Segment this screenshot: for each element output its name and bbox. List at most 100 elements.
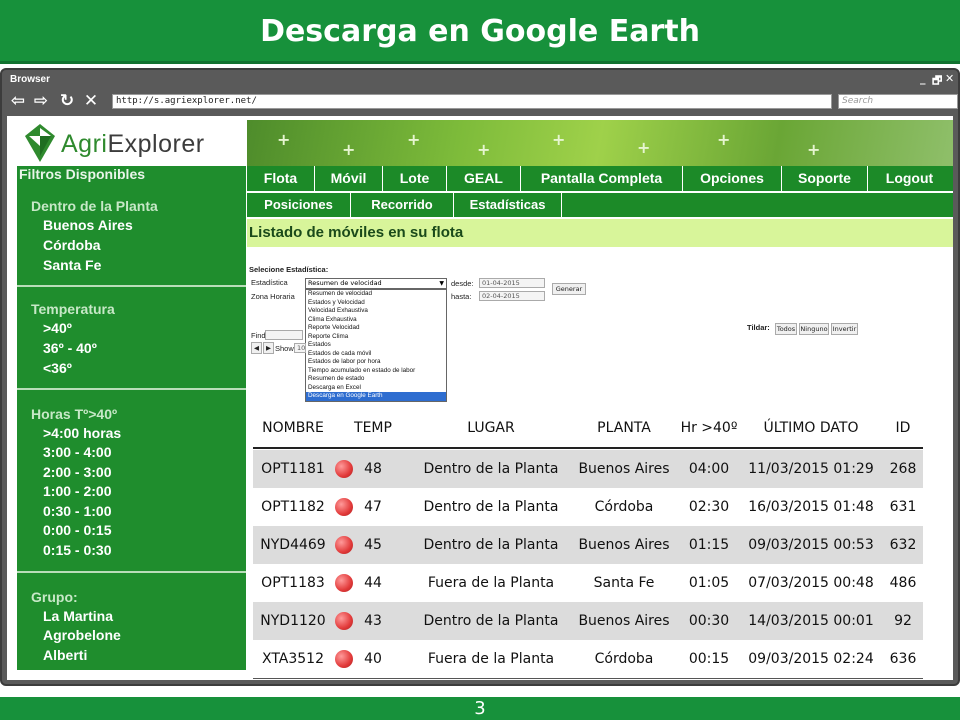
nav-tab-soporte[interactable]: Soporte bbox=[782, 166, 868, 191]
table-row[interactable]: OPT1183 44 Fuera de la Planta Santa Fe 0… bbox=[253, 564, 923, 602]
nav-tab-flota[interactable]: Flota bbox=[247, 166, 315, 191]
filter-item-horas-gt4[interactable]: >4:00 horas bbox=[43, 425, 121, 441]
cell-ultimo-dato: 11/03/2015 01:29 bbox=[748, 461, 874, 477]
filter-item-temp-gt40[interactable]: >40º bbox=[43, 320, 72, 336]
option-tiempo-acumulado[interactable]: Tiempo acumulado en estado de labor bbox=[308, 367, 415, 374]
nav-tab-logout[interactable]: Logout bbox=[868, 166, 951, 191]
tildar-todos-button[interactable]: Todos bbox=[775, 323, 797, 335]
option-estados-velocidad[interactable]: Estados y Velocidad bbox=[308, 299, 365, 306]
filter-item-santa-fe[interactable]: Santa Fe bbox=[43, 257, 101, 273]
cell-temp: 48 bbox=[364, 461, 382, 477]
column-header-lugar[interactable]: LUGAR bbox=[413, 411, 569, 445]
tildar-invertir-button[interactable]: Invertir bbox=[831, 323, 858, 335]
next-page-icon[interactable]: ▶ bbox=[263, 342, 274, 354]
search-input[interactable]: Search bbox=[838, 94, 958, 109]
cell-nombre: XTA3512 bbox=[261, 651, 324, 667]
option-resumen-estado[interactable]: Resumen de estado bbox=[308, 375, 364, 382]
zona-horaria-label: Zona Horaria bbox=[251, 292, 295, 301]
option-velocidad-exhaustiva[interactable]: Velocidad Exhaustiva bbox=[308, 307, 368, 314]
table-row[interactable]: XTA3512 40 Fuera de la Planta Córdoba 00… bbox=[253, 640, 923, 678]
sidebar-divider bbox=[17, 571, 246, 573]
url-bar[interactable]: http://s.agriexplorer.net/ bbox=[112, 94, 832, 109]
browser-viewport: AgriExplorer Filtros Disponibles Dentro … bbox=[7, 116, 953, 680]
cell-id: 268 bbox=[889, 461, 917, 477]
subnav-tab-posiciones[interactable]: Posiciones bbox=[247, 193, 351, 217]
cell-lugar: Fuera de la Planta bbox=[427, 651, 555, 667]
filter-item-horas-030-1[interactable]: 0:30 - 1:00 bbox=[43, 503, 111, 519]
find-input[interactable] bbox=[265, 330, 303, 340]
column-header-ultimo-dato[interactable]: ÚLTIMO DATO bbox=[743, 411, 879, 445]
banner-decoration: + bbox=[552, 130, 566, 149]
table-row[interactable]: NYD4469 45 Dentro de la Planta Buenos Ai… bbox=[253, 526, 923, 564]
nav-tab-geal[interactable]: GEAL bbox=[447, 166, 521, 191]
sidebar-divider bbox=[17, 388, 246, 390]
estadistica-select-value: Resumen de velocidad bbox=[308, 279, 382, 287]
browser-label: Browser bbox=[10, 74, 51, 85]
option-estados-labor-hora[interactable]: Estados de labor por hora bbox=[308, 358, 380, 365]
column-header-temp[interactable]: TEMP bbox=[341, 411, 405, 445]
filter-item-horas-1-2[interactable]: 1:00 - 2:00 bbox=[43, 483, 111, 499]
table-row[interactable]: OPT1182 47 Dentro de la Planta Córdoba 0… bbox=[253, 488, 923, 526]
tildar-ninguno-button[interactable]: Ninguno bbox=[799, 323, 829, 335]
filter-item-horas-0-015[interactable]: 0:00 - 0:15 bbox=[43, 522, 111, 538]
status-dot-icon bbox=[335, 650, 353, 668]
column-header-planta[interactable]: PLANTA bbox=[569, 411, 679, 445]
status-dot-icon bbox=[335, 498, 353, 516]
filter-item-horas-015-030[interactable]: 0:15 - 0:30 bbox=[43, 542, 111, 558]
filter-item-cordoba[interactable]: Córdoba bbox=[43, 237, 101, 253]
cell-ultimo-dato: 07/03/2015 00:48 bbox=[748, 575, 874, 591]
subnav-tab-recorrido[interactable]: Recorrido bbox=[351, 193, 454, 217]
filter-item-buenos-aires[interactable]: Buenos Aires bbox=[43, 217, 133, 233]
nav-tab-opciones[interactable]: Opciones bbox=[683, 166, 782, 191]
generar-button[interactable]: Generar bbox=[552, 283, 586, 295]
status-dot-icon bbox=[335, 460, 353, 478]
hasta-date-input[interactable]: 02-04-2015 bbox=[479, 291, 545, 301]
stop-icon[interactable]: ✕ bbox=[81, 92, 101, 110]
column-header-id[interactable]: ID bbox=[883, 411, 923, 445]
estadistica-select[interactable]: Resumen de velocidad ▼ bbox=[305, 278, 447, 289]
forward-arrow-icon[interactable]: ⇨ bbox=[31, 92, 51, 110]
minimize-icon[interactable]: _ bbox=[920, 72, 926, 85]
show-count-select[interactable]: 10 bbox=[294, 343, 306, 353]
filter-item-horas-2-3[interactable]: 2:00 - 3:00 bbox=[43, 464, 111, 480]
cell-planta: Buenos Aires bbox=[578, 461, 670, 477]
column-header-hr40[interactable]: Hr >40º bbox=[679, 411, 739, 445]
desde-date-input[interactable]: 01-04-2015 bbox=[479, 278, 545, 288]
subnav-tab-estadisticas[interactable]: Estadísticas bbox=[454, 193, 562, 217]
logo[interactable]: AgriExplorer bbox=[17, 120, 247, 166]
option-reporte-clima[interactable]: Reporte Clima bbox=[308, 333, 348, 340]
prev-page-icon[interactable]: ◀ bbox=[251, 342, 262, 354]
cell-nombre: NYD4469 bbox=[260, 537, 326, 553]
filter-item-agrobelone[interactable]: Agrobelone bbox=[43, 627, 121, 643]
table-row[interactable]: OPT1181 48 Dentro de la Planta Buenos Ai… bbox=[253, 450, 923, 488]
option-resumen-velocidad[interactable]: Resumen de velocidad bbox=[308, 290, 372, 297]
cell-id: 486 bbox=[889, 575, 917, 591]
filter-item-alberti[interactable]: Alberti bbox=[43, 647, 87, 663]
filter-item-la-martina[interactable]: La Martina bbox=[43, 608, 113, 624]
nav-tab-movil[interactable]: Móvil bbox=[315, 166, 383, 191]
option-estados-cada-movil[interactable]: Estados de cada móvil bbox=[308, 350, 371, 357]
nav-tab-pantalla-completa[interactable]: Pantalla Completa bbox=[521, 166, 683, 191]
column-header-nombre[interactable]: NOMBRE bbox=[253, 411, 333, 445]
nav-tab-lote[interactable]: Lote bbox=[383, 166, 447, 191]
status-dot-icon bbox=[335, 536, 353, 554]
status-dot-icon bbox=[335, 574, 353, 592]
filter-item-temp-36-40[interactable]: 36º - 40º bbox=[43, 340, 97, 356]
filter-item-horas-3-4[interactable]: 3:00 - 4:00 bbox=[43, 444, 111, 460]
slide-header: Descarga en Google Earth bbox=[0, 0, 960, 64]
restore-icon[interactable]: 🗗 bbox=[932, 72, 942, 91]
cell-nombre: NYD1120 bbox=[260, 613, 326, 629]
reload-icon[interactable]: ↻ bbox=[57, 92, 77, 110]
option-reporte-velocidad[interactable]: Reporte Velocidad bbox=[308, 324, 359, 331]
desde-label: desde: bbox=[451, 279, 474, 288]
page-number: 3 bbox=[474, 698, 486, 719]
option-clima-exhaustiva[interactable]: Clima Exhaustiva bbox=[308, 316, 357, 323]
table-row[interactable]: NYD1120 43 Dentro de la Planta Buenos Ai… bbox=[253, 602, 923, 640]
back-arrow-icon[interactable]: ⇦ bbox=[8, 92, 28, 110]
option-descarga-google-earth[interactable]: Descarga en Google Earth bbox=[308, 392, 383, 399]
cell-temp: 40 bbox=[364, 651, 382, 667]
option-estados[interactable]: Estados bbox=[308, 341, 331, 348]
option-descarga-excel[interactable]: Descarga en Excel bbox=[308, 384, 361, 391]
filter-item-temp-lt36[interactable]: <36º bbox=[43, 360, 72, 376]
close-icon[interactable]: ✕ bbox=[945, 72, 954, 85]
